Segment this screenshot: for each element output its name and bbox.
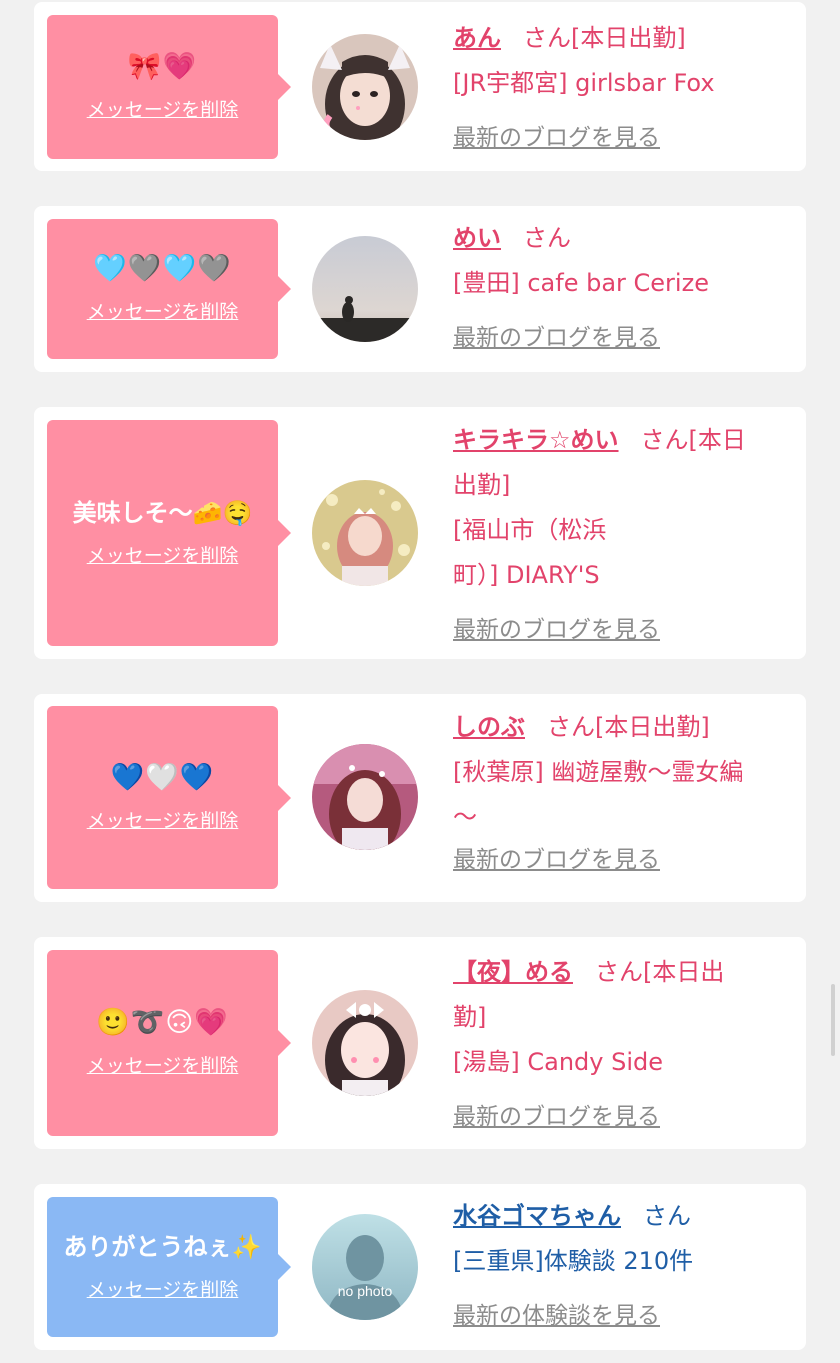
message-card: ありがとうねぇ✨ メッセージを削除 no photo 水谷ゴマちゃん さん [三重… <box>34 1184 806 1350</box>
status-text-cont: 勤] <box>453 1003 487 1031</box>
delete-message-link[interactable]: メッセージを削除 <box>87 543 239 569</box>
shop-text: 町）] DIARY'S <box>453 561 600 589</box>
latest-blog-link[interactable]: 最新のブログを見る <box>453 838 789 883</box>
status-text: さん <box>523 224 571 252</box>
status-text: さん[本日出 <box>595 958 725 986</box>
message-bubble: 🩵🩶🩵🩶 メッセージを削除 <box>47 219 291 359</box>
message-bubble: 美味しそ〜🧀🤤 メッセージを削除 <box>47 420 291 646</box>
message-card: 💙🤍💙 メッセージを削除 しのぶ さん[本日出勤] [秋葉原] 幽遊屋敷〜霊女編 … <box>34 694 806 902</box>
avatar[interactable] <box>312 480 418 586</box>
avatar[interactable] <box>312 34 418 140</box>
message-bubble: 💙🤍💙 メッセージを削除 <box>47 706 291 889</box>
message-bubble: 🙂➰🙃💗 メッセージを削除 <box>47 950 291 1136</box>
latest-blog-link[interactable]: 最新のブログを見る <box>453 316 789 361</box>
status-text: さん <box>643 1202 691 1230</box>
delete-message-link[interactable]: メッセージを削除 <box>87 808 239 834</box>
avatar[interactable] <box>312 990 418 1096</box>
message-bubble: 🎀💗 メッセージを削除 <box>47 15 291 159</box>
message-text: 🎀💗 <box>127 51 198 82</box>
latest-blog-link[interactable]: 最新のブログを見る <box>453 1095 789 1140</box>
shop-text: 〜 <box>453 803 477 831</box>
girl-name-link[interactable]: めい <box>453 224 501 252</box>
girl-name-link[interactable]: 【夜】める <box>453 958 573 986</box>
message-card: 🎀💗 メッセージを削除 あん さん[本日出勤] [JR宇都宮] girlsbar … <box>34 2 806 171</box>
girl-info: 【夜】める さん[本日出 勤] [湯島] Candy Side 最新のブログを見る <box>453 950 789 1140</box>
avatar[interactable] <box>312 744 418 850</box>
message-text: 🩵🩶🩵🩶 <box>93 253 232 284</box>
girl-info: あん さん[本日出勤] [JR宇都宮] girlsbar Fox 最新のブログを見… <box>453 16 789 161</box>
shop-text: [JR宇都宮] girlsbar Fox <box>453 69 715 97</box>
shop-text: [豊田] cafe bar Cerize <box>453 269 709 297</box>
shop-text: [三重県]体験談 210件 <box>453 1247 694 1275</box>
message-bubble: ありがとうねぇ✨ メッセージを削除 <box>47 1197 291 1337</box>
status-text: さん[本日出勤] <box>547 713 710 741</box>
no-photo-label: no photo <box>338 1283 393 1299</box>
avatar-no-photo[interactable]: no photo <box>312 1214 418 1320</box>
latest-review-link[interactable]: 最新の体験談を見る <box>453 1294 789 1339</box>
latest-blog-link[interactable]: 最新のブログを見る <box>453 116 789 161</box>
message-text: 💙🤍💙 <box>110 761 215 793</box>
delete-message-link[interactable]: メッセージを削除 <box>87 1053 239 1079</box>
message-card: 🙂➰🙃💗 メッセージを削除 【夜】める さん[本日出 勤] [湯島] Candy … <box>34 937 806 1149</box>
message-card: 美味しそ〜🧀🤤 メッセージを削除 キラキラ☆めい さん[本日 出勤] [福山市（松… <box>34 407 806 659</box>
girl-info: 水谷ゴマちゃん さん [三重県]体験談 210件 最新の体験談を見る <box>453 1194 789 1339</box>
girl-name-link[interactable]: あん <box>453 24 501 52</box>
avatar[interactable] <box>312 236 418 342</box>
girl-info: しのぶ さん[本日出勤] [秋葉原] 幽遊屋敷〜霊女編 〜 最新のブログを見る <box>453 705 789 883</box>
shop-text: [湯島] Candy Side <box>453 1048 663 1076</box>
shop-text: [秋葉原] 幽遊屋敷〜霊女編 <box>453 758 744 786</box>
delete-message-link[interactable]: メッセージを削除 <box>87 1277 239 1303</box>
girl-name-link[interactable]: キラキラ☆めい <box>453 426 619 454</box>
delete-message-link[interactable]: メッセージを削除 <box>87 97 239 123</box>
scrollbar[interactable] <box>831 984 835 1056</box>
status-text: さん[本日 <box>640 426 746 454</box>
shop-text: [福山市（松浜 <box>453 516 607 544</box>
message-card: 🩵🩶🩵🩶 メッセージを削除 めい さん [豊田] cafe bar Cerize … <box>34 206 806 372</box>
latest-blog-link[interactable]: 最新のブログを見る <box>453 608 789 653</box>
message-text: 🙂➰🙃💗 <box>95 1007 229 1038</box>
girl-name-link[interactable]: しのぶ <box>453 713 525 741</box>
status-text: さん[本日出勤] <box>523 24 686 52</box>
status-text-cont: 出勤] <box>453 471 511 499</box>
delete-message-link[interactable]: メッセージを削除 <box>87 299 239 325</box>
girl-name-link[interactable]: 水谷ゴマちゃん <box>453 1202 621 1230</box>
message-text: 美味しそ〜🧀🤤 <box>72 499 253 527</box>
message-text: ありがとうねぇ✨ <box>63 1233 262 1261</box>
girl-info: めい さん [豊田] cafe bar Cerize 最新のブログを見る <box>453 216 789 361</box>
girl-info: キラキラ☆めい さん[本日 出勤] [福山市（松浜 町）] DIARY'S 最新の… <box>453 418 789 653</box>
